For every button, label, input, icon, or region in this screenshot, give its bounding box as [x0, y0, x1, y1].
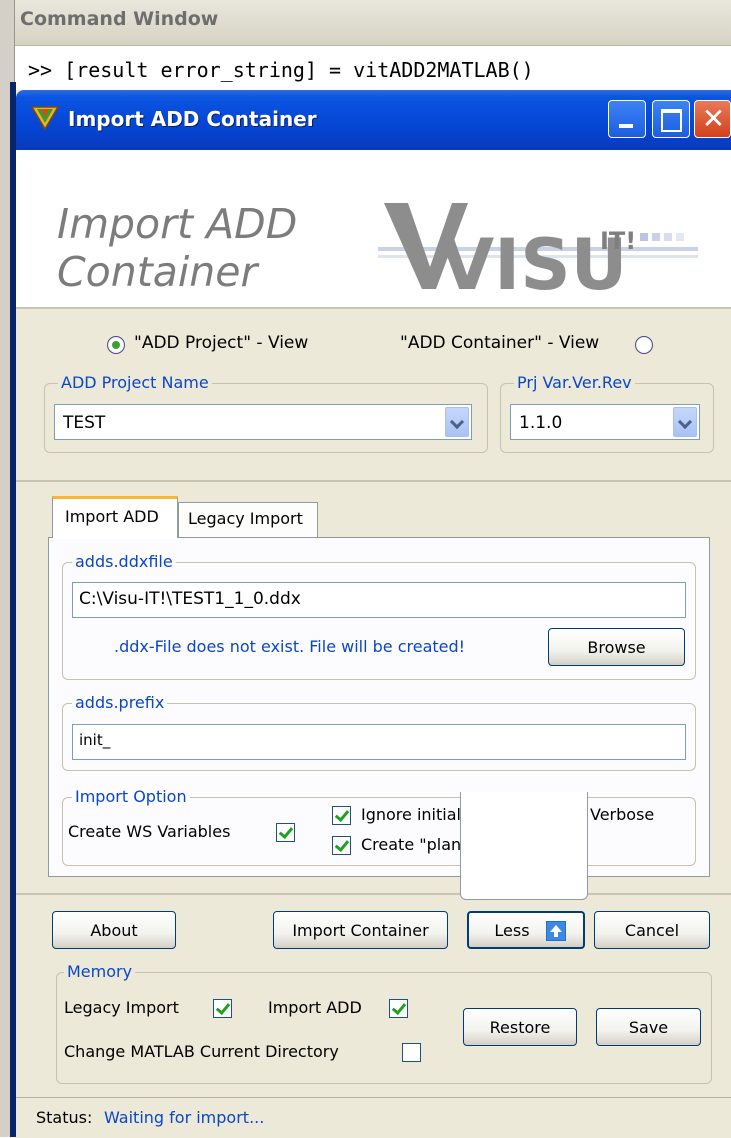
- status-value: Waiting for import...: [104, 1108, 265, 1127]
- browse-button-label: Browse: [587, 638, 646, 657]
- browse-button[interactable]: Browse: [548, 628, 685, 666]
- visu-it-logo: VISU IT!: [378, 203, 698, 300]
- tab-import-add[interactable]: Import ADD: [52, 496, 178, 538]
- ddxfile-value: C:\Visu-IT!\TEST1_1_0.ddx: [79, 589, 301, 609]
- project-version-group-title: Prj Var.Ver.Rev: [514, 373, 635, 392]
- import-option-group-title: Import Option: [72, 787, 190, 806]
- container-view-radio[interactable]: [635, 336, 653, 354]
- memory-group-title: Memory: [64, 962, 136, 981]
- tab-legacy-import[interactable]: Legacy Import: [178, 502, 318, 537]
- create-ws-label: Create WS Variables: [68, 822, 231, 841]
- save-button-label: Save: [628, 1018, 669, 1037]
- header-title: Import ADD Container: [57, 200, 298, 296]
- tab-legacy-import-label: Legacy Import: [188, 509, 303, 528]
- import-container-button[interactable]: Import Container: [273, 911, 448, 949]
- create-ws-checkbox[interactable]: [276, 823, 295, 842]
- ignore-initial-checkbox[interactable]: [332, 806, 351, 825]
- command-window-title: Command Window: [20, 8, 219, 30]
- about-button[interactable]: About: [52, 911, 176, 949]
- project-version-value: 1.1.0: [519, 413, 563, 433]
- save-button[interactable]: Save: [596, 1008, 701, 1046]
- project-name-combobox[interactable]: TEST: [54, 404, 472, 440]
- project-view-radio[interactable]: [107, 336, 125, 354]
- about-button-label: About: [90, 921, 138, 940]
- memory-legacy-import-checkbox[interactable]: [213, 999, 232, 1018]
- project-name-group-title: ADD Project Name: [58, 373, 212, 392]
- restore-button[interactable]: Restore: [463, 1008, 577, 1046]
- close-button[interactable]: ✕: [694, 100, 731, 138]
- matlab-app-icon: [30, 106, 60, 131]
- change-directory-checkbox[interactable]: [402, 1043, 421, 1062]
- dialog-title: Import ADD Container: [68, 107, 317, 131]
- ddx-status-message: .ddx-File does not exist. File will be c…: [114, 637, 466, 656]
- cancel-button[interactable]: Cancel: [594, 911, 710, 949]
- minimize-button[interactable]: [608, 100, 646, 138]
- tab-import-add-label: Import ADD: [65, 507, 159, 526]
- close-icon: ✕: [701, 102, 726, 135]
- change-directory-label: Change MATLAB Current Directory: [64, 1042, 339, 1061]
- active-tab-joint: [53, 536, 177, 539]
- container-view-label: "ADD Container" - View: [400, 333, 600, 353]
- memory-import-add-checkbox[interactable]: [389, 999, 408, 1018]
- logo-suffix: IT!: [600, 227, 636, 255]
- cancel-button-label: Cancel: [624, 921, 680, 940]
- prefix-value: init_: [79, 731, 111, 749]
- project-version-combobox[interactable]: 1.1.0: [510, 404, 700, 440]
- prefix-input[interactable]: init_: [72, 724, 686, 760]
- ddxfile-group-title: adds.ddxfile: [72, 552, 176, 571]
- prefix-group-title: adds.prefix: [72, 693, 168, 712]
- section-divider: [16, 480, 731, 482]
- import-container-button-label: Import Container: [292, 921, 429, 940]
- chevron-down-icon[interactable]: [673, 407, 697, 437]
- memory-import-add-label: Import ADD: [268, 998, 362, 1017]
- ddxfile-input[interactable]: C:\Visu-IT!\TEST1_1_0.ddx: [72, 582, 686, 618]
- maximize-button[interactable]: [652, 100, 690, 138]
- project-view-label: "ADD Project" - View: [134, 333, 309, 353]
- verbose-label: Verbose: [590, 805, 655, 824]
- section-divider: [16, 893, 731, 895]
- status-label: Status:: [36, 1108, 93, 1127]
- memory-legacy-import-label: Legacy Import: [64, 998, 179, 1017]
- less-button[interactable]: Less: [467, 911, 585, 949]
- command-line[interactable]: >> [result error_string] = vitADD2MATLAB…: [28, 58, 534, 82]
- less-button-surround: [460, 792, 588, 900]
- collapse-up-icon: [546, 921, 566, 941]
- create-plane-checkbox[interactable]: [332, 836, 351, 855]
- chevron-down-icon[interactable]: [445, 407, 469, 437]
- project-name-value: TEST: [63, 413, 106, 433]
- restore-button-label: Restore: [489, 1018, 551, 1037]
